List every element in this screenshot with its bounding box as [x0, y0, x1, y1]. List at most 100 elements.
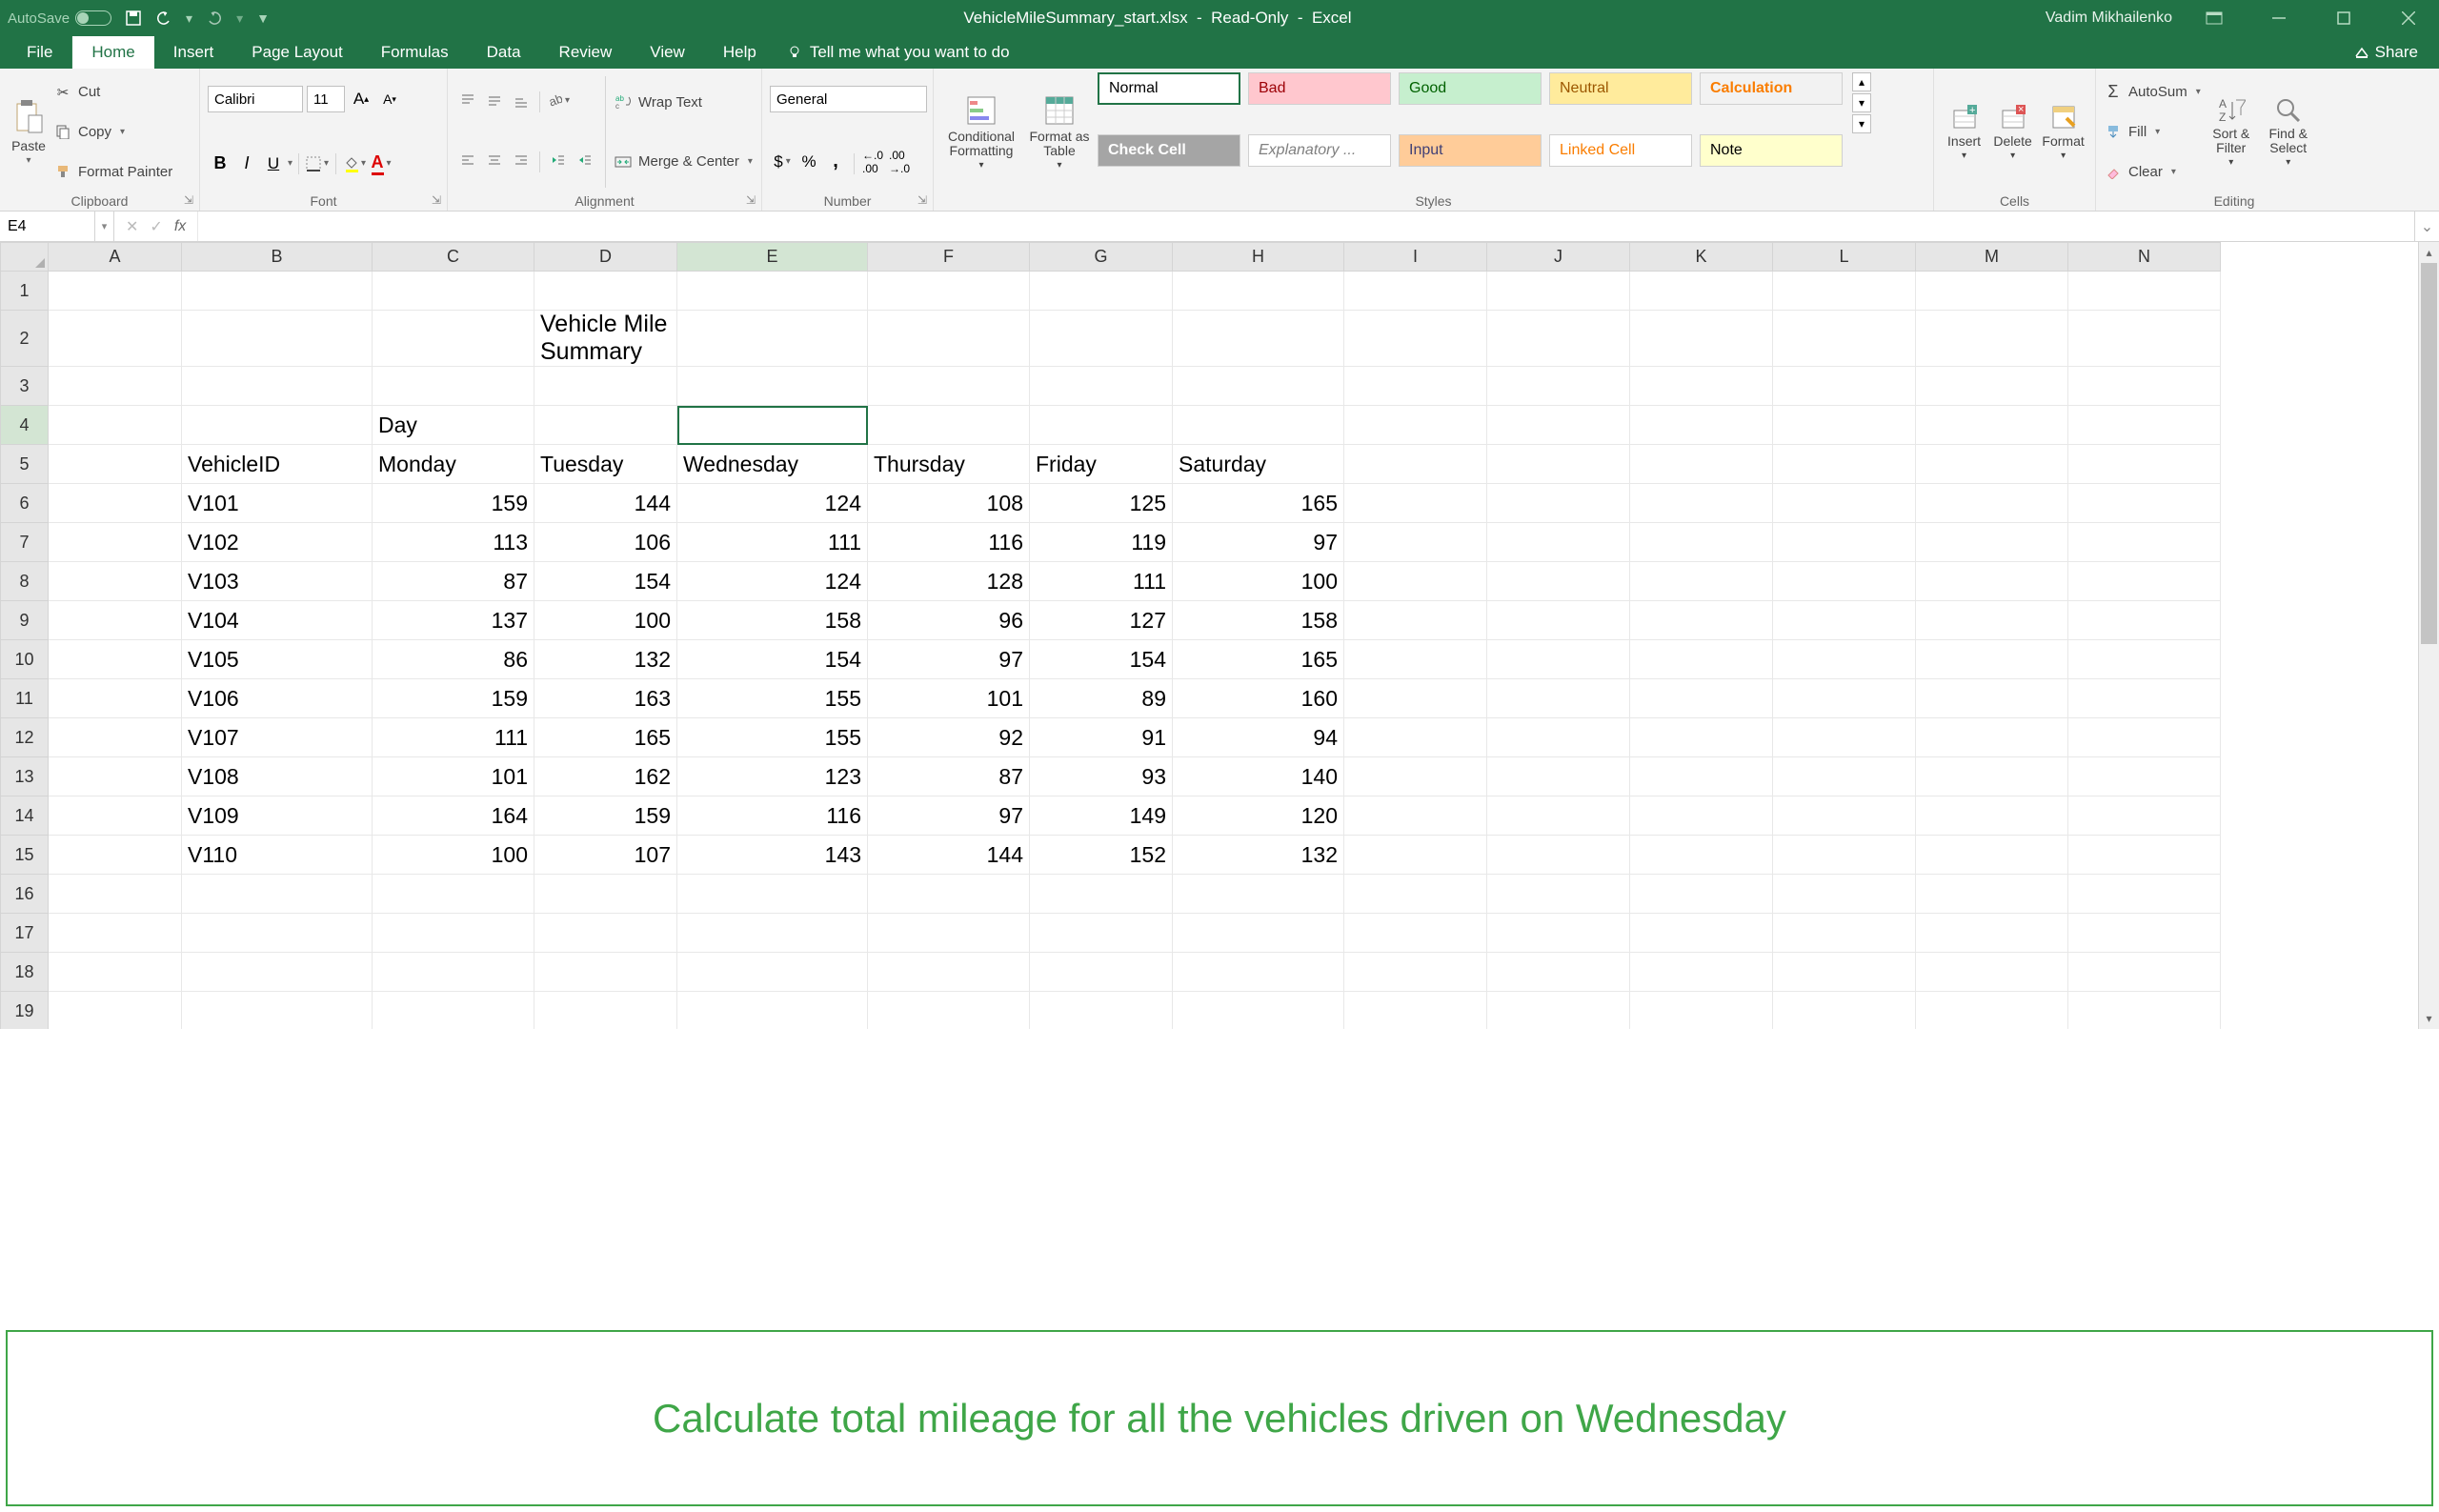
cell[interactable] — [1173, 914, 1344, 953]
cell[interactable] — [1916, 406, 2068, 445]
cell[interactable] — [868, 406, 1030, 445]
cell[interactable] — [1173, 272, 1344, 311]
cell[interactable] — [1344, 640, 1487, 679]
column-header[interactable]: L — [1773, 243, 1916, 272]
cell[interactable]: V110 — [182, 836, 373, 875]
cell[interactable] — [1773, 601, 1916, 640]
cell[interactable] — [1916, 679, 2068, 718]
row-header[interactable]: 19 — [1, 992, 49, 1030]
cell[interactable] — [1344, 272, 1487, 311]
cell[interactable]: 119 — [1030, 523, 1173, 562]
user-name[interactable]: Vadim Mikhailenko — [2046, 10, 2172, 27]
increase-indent-icon[interactable] — [573, 148, 597, 172]
cell[interactable] — [373, 875, 534, 914]
cell[interactable] — [1916, 836, 2068, 875]
cell[interactable] — [1916, 445, 2068, 484]
cell[interactable] — [373, 367, 534, 406]
cell[interactable] — [1773, 562, 1916, 601]
cell[interactable] — [182, 311, 373, 367]
cell[interactable] — [49, 992, 182, 1030]
cell[interactable] — [1773, 796, 1916, 836]
cell[interactable] — [49, 836, 182, 875]
cell[interactable] — [2068, 953, 2221, 992]
cell[interactable] — [1030, 272, 1173, 311]
cell[interactable] — [1487, 640, 1630, 679]
cell[interactable] — [1344, 523, 1487, 562]
tab-insert[interactable]: Insert — [154, 36, 233, 69]
alignment-launcher[interactable]: ⇲ — [744, 193, 757, 207]
cell[interactable] — [1344, 875, 1487, 914]
italic-button[interactable]: I — [234, 151, 259, 176]
cell[interactable] — [677, 272, 868, 311]
cell[interactable] — [49, 484, 182, 523]
row-header[interactable]: 6 — [1, 484, 49, 523]
style-note[interactable]: Note — [1700, 134, 1843, 167]
merge-center-button[interactable]: Merge & Center — [614, 148, 753, 176]
cell[interactable]: 124 — [677, 484, 868, 523]
cell[interactable] — [534, 992, 677, 1030]
cell[interactable] — [677, 953, 868, 992]
cell[interactable] — [2068, 272, 2221, 311]
cell[interactable] — [677, 875, 868, 914]
cell[interactable] — [1487, 272, 1630, 311]
fx-icon[interactable]: fx — [174, 218, 186, 235]
cell[interactable]: 159 — [373, 679, 534, 718]
cell[interactable] — [2068, 757, 2221, 796]
cell[interactable]: 144 — [868, 836, 1030, 875]
cell[interactable] — [49, 875, 182, 914]
cell[interactable]: 128 — [868, 562, 1030, 601]
row-header[interactable]: 9 — [1, 601, 49, 640]
cell[interactable] — [2068, 484, 2221, 523]
font-name-select[interactable] — [208, 86, 303, 112]
cell[interactable] — [1487, 757, 1630, 796]
comma-format-icon[interactable]: , — [823, 150, 848, 174]
styles-scroll-down[interactable]: ▾ — [1852, 93, 1871, 112]
minimize-button[interactable] — [2256, 0, 2302, 36]
style-normal[interactable]: Normal — [1098, 72, 1240, 105]
undo-icon[interactable] — [155, 10, 172, 27]
accounting-format-icon[interactable]: $ — [770, 150, 795, 174]
cell[interactable]: 111 — [373, 718, 534, 757]
fill-color-button[interactable] — [342, 151, 367, 176]
conditional-formatting-button[interactable]: Conditional Formatting▾ — [941, 72, 1021, 192]
cell[interactable] — [1630, 601, 1773, 640]
cell[interactable]: 154 — [534, 562, 677, 601]
cell[interactable]: Day — [373, 406, 534, 445]
row-header[interactable]: 16 — [1, 875, 49, 914]
increase-font-icon[interactable]: A▴ — [349, 87, 373, 111]
cell[interactable] — [1487, 836, 1630, 875]
cell[interactable]: 165 — [1173, 484, 1344, 523]
cell[interactable]: 100 — [534, 601, 677, 640]
vertical-scrollbar[interactable]: ▴ ▾ — [2418, 242, 2439, 1029]
cell[interactable] — [1487, 679, 1630, 718]
cell[interactable] — [49, 601, 182, 640]
increase-decimal-icon[interactable]: ←.0.00 — [860, 150, 885, 174]
decrease-decimal-icon[interactable]: .00→.0 — [887, 150, 912, 174]
cell[interactable] — [1773, 914, 1916, 953]
share-button[interactable]: Share — [2354, 36, 2418, 69]
autosum-button[interactable]: ΣAutoSum — [2104, 78, 2201, 107]
align-left-icon[interactable] — [455, 148, 480, 172]
cell[interactable] — [182, 367, 373, 406]
cell[interactable] — [182, 914, 373, 953]
cell[interactable]: 97 — [868, 796, 1030, 836]
row-header[interactable]: 13 — [1, 757, 49, 796]
tab-help[interactable]: Help — [704, 36, 776, 69]
styles-more[interactable]: ▾ — [1852, 114, 1871, 133]
cell[interactable] — [182, 875, 373, 914]
cell[interactable]: 87 — [373, 562, 534, 601]
cell[interactable] — [1030, 311, 1173, 367]
cell[interactable]: 159 — [373, 484, 534, 523]
cell[interactable] — [373, 311, 534, 367]
select-all-corner[interactable] — [1, 243, 49, 272]
align-bottom-icon[interactable] — [509, 88, 534, 112]
ribbon-options-icon[interactable] — [2191, 0, 2237, 36]
cell[interactable]: 132 — [1173, 836, 1344, 875]
align-top-icon[interactable] — [455, 88, 480, 112]
tab-pagelayout[interactable]: Page Layout — [232, 36, 361, 69]
cell[interactable] — [1344, 445, 1487, 484]
cell[interactable] — [1630, 562, 1773, 601]
cell[interactable] — [1030, 953, 1173, 992]
cell[interactable] — [1773, 272, 1916, 311]
cell[interactable] — [1487, 953, 1630, 992]
